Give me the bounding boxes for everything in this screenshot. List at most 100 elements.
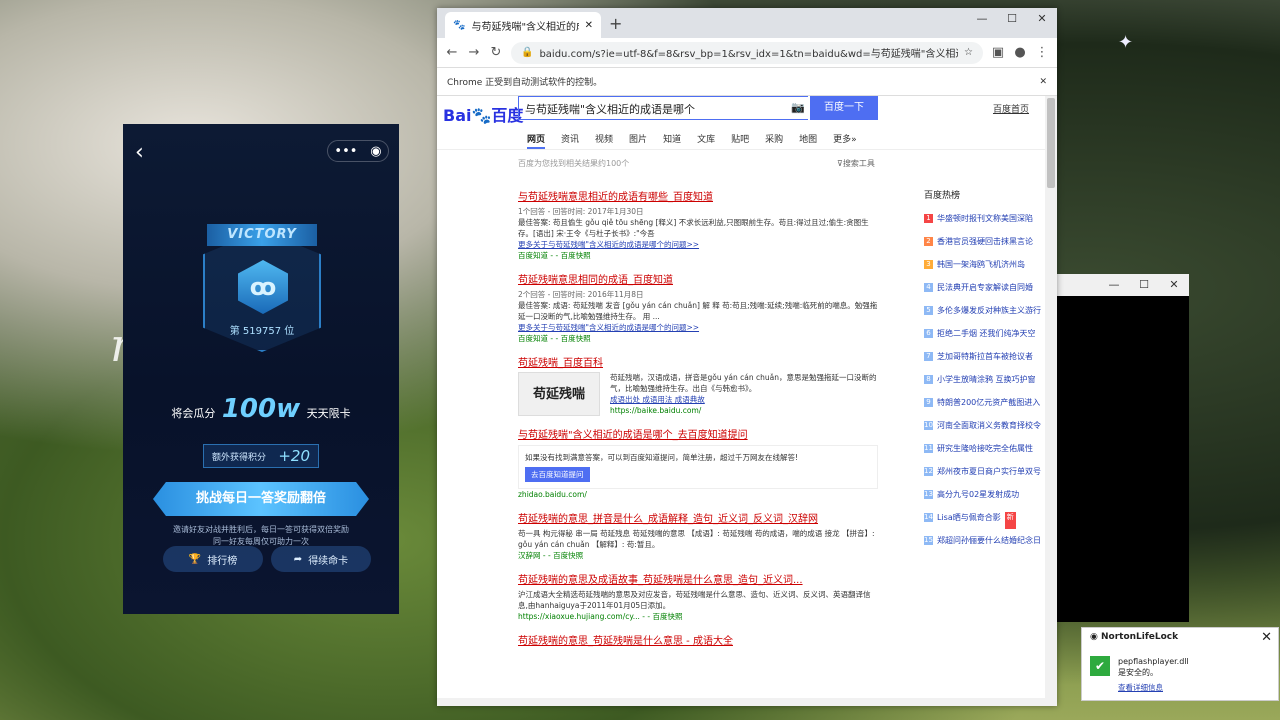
- baike-card: 苟延残喘 苟延残喘，汉语成语，拼音是gǒu yán cán chuǎn，意思是勉…: [518, 372, 878, 416]
- hot-item[interactable]: 3 韩国一架海鸥飞机济州岛: [924, 253, 1045, 276]
- star-icon[interactable]: ☆: [964, 47, 973, 58]
- back-arrow-icon[interactable]: ‹: [135, 140, 144, 165]
- tab-title: 与苟延残喘"含义相近的成语是哪: [471, 21, 578, 33]
- infobar-close-icon[interactable]: ✕: [1039, 77, 1047, 87]
- more-dots-icon[interactable]: •••: [334, 144, 357, 159]
- tab-close-icon[interactable]: ✕: [585, 20, 593, 31]
- search-tools-label: 搜索工具: [842, 159, 875, 168]
- daily-challenge-button[interactable]: 挑战每日一答奖励翻倍: [153, 482, 369, 516]
- baike-url[interactable]: https://baike.baidu.com/: [610, 405, 878, 416]
- menu-kebab-icon[interactable]: ⋮: [1035, 45, 1049, 60]
- result-title[interactable]: 苟延残喘的意思_拼音是什么_成语解释_造句_近义词_反义词_汉辞网: [518, 510, 878, 525]
- share-arrow-icon: ➦: [293, 553, 303, 565]
- result-meta: 百度为您找到相关结果约100个 ⊽搜索工具: [437, 150, 1045, 172]
- hot-item[interactable]: 7 芝加哥特斯拉首车被抢议者: [924, 345, 1045, 368]
- hot-item-label: 郑州夜市夏日商户实行单双号: [937, 467, 1041, 476]
- baidu-logo[interactable]: Bai🐾百度: [443, 102, 523, 126]
- zhidao-ask-result: 与苟延残喘"含义相近的成语是哪个_去百度知道提问 如果没有找到满意答案，可以到百…: [518, 426, 878, 500]
- scroll-thumb[interactable]: [1047, 98, 1055, 188]
- norton-notification: ◉ NortonLifeLock ✕ ✔ pepflashplayer.dll …: [1081, 627, 1279, 701]
- baike-snippet: 苟延残喘，汉语成语，拼音是gǒu yán cán chuǎn，意思是勉强拖延一口…: [610, 373, 877, 393]
- hot-item[interactable]: 6 拒绝二手烟 还我们纯净天空: [924, 322, 1045, 345]
- forward-icon[interactable]: →: [467, 45, 481, 60]
- search-input[interactable]: 与苟延残喘"含义相近的成语是哪个: [518, 96, 808, 120]
- extension-icon[interactable]: ▣: [991, 45, 1005, 60]
- hot-item[interactable]: 13 高分九号02星发射成功: [924, 483, 1045, 506]
- revive-card-button[interactable]: ➦ 得续命卡: [271, 546, 371, 572]
- result-title[interactable]: 苟延残喘_百度百科: [518, 354, 878, 369]
- result-source[interactable]: 百度知道 - - 百度快照: [518, 250, 878, 261]
- close-circle-icon[interactable]: ◉: [370, 144, 381, 159]
- new-tab-icon[interactable]: +: [609, 14, 622, 33]
- search-tab[interactable]: 采购: [765, 128, 783, 149]
- close-icon[interactable]: ✕: [1159, 274, 1189, 296]
- result-title[interactable]: 苟延残喘的意思及成语故事_苟延残喘是什么意思_造句_近义词...: [518, 571, 878, 586]
- infobar-text: Chrome 正受到自动测试软件的控制。: [447, 78, 603, 88]
- hot-item-label: 芝加哥特斯拉首车被抢议者: [937, 352, 1033, 361]
- horizontal-scrollbar[interactable]: [437, 698, 1045, 706]
- hot-item[interactable]: 5 多伦多爆发反对种族主义游行: [924, 299, 1045, 322]
- back-icon[interactable]: ←: [445, 45, 459, 60]
- minimize-icon[interactable]: —: [1099, 274, 1129, 296]
- result-source[interactable]: https://xiaoxue.hujiang.com/cy... - - 百度…: [518, 611, 878, 622]
- hot-rank-number: 4: [924, 283, 933, 292]
- baidu-results-page: Bai🐾百度 与苟延残喘"含义相近的成语是哪个 📷 百度一下 百度首页 网页 资讯…: [437, 96, 1045, 698]
- hot-item-label: 华盛顿时报刊文称美国深陷: [937, 214, 1033, 223]
- hot-item[interactable]: 15 郑超问孙俪要什么结婚纪念日: [924, 529, 1045, 552]
- search-tab[interactable]: 贴吧: [731, 128, 749, 149]
- search-tab[interactable]: 视频: [595, 128, 613, 149]
- leaderboard-button[interactable]: 🏆 排行榜: [163, 546, 263, 572]
- result-title[interactable]: 与苟延残喘意思相近的成语有哪些_百度知道: [518, 188, 878, 203]
- result-source[interactable]: 百度知道 - - 百度快照: [518, 333, 878, 344]
- search-tab[interactable]: 网页: [527, 128, 546, 149]
- reload-icon[interactable]: ↻: [489, 45, 503, 60]
- search-tab[interactable]: 资讯: [561, 128, 579, 149]
- result-more-link[interactable]: 更多关于与苟延残喘"含义相近的成语是哪个的问题>>: [518, 322, 878, 333]
- hot-item[interactable]: 4 民法典开启专家解读自同婚: [924, 276, 1045, 299]
- vertical-scrollbar[interactable]: [1045, 96, 1057, 706]
- result-snippet: 苟一具 构元得秘 串一局 苟延残息 苟延残喘的意思 【成语】: 苟延残喘 苟的成…: [518, 529, 875, 549]
- butterfly-decoration: ✦: [1118, 32, 1134, 53]
- address-bar[interactable]: 🔒 baidu.com/s?ie=utf-8&f=8&rsv_bp=1&rsv_…: [511, 41, 983, 64]
- hot-item[interactable]: 8 小学生放晴涂鸦 互换巧护窗: [924, 368, 1045, 391]
- url-text: baidu.com/s?ie=utf-8&f=8&rsv_bp=1&rsv_id…: [539, 49, 959, 60]
- maximize-icon[interactable]: ☐: [997, 8, 1027, 32]
- hot-item[interactable]: 2 香港官员强硬回击抹黑言论: [924, 230, 1045, 253]
- hot-item[interactable]: 14 Lisa晒与佩奇合影新: [924, 506, 1045, 529]
- browser-tab[interactable]: 🐾 与苟延残喘"含义相近的成语是哪 ✕: [445, 12, 601, 38]
- hot-rank-number: 14: [924, 513, 933, 522]
- hot-rank-number: 9: [924, 398, 933, 407]
- profile-icon[interactable]: ●: [1013, 45, 1027, 60]
- search-tab[interactable]: 更多»: [833, 128, 857, 149]
- hot-item[interactable]: 1 华盛顿时报刊文称美国深陷: [924, 207, 1045, 230]
- norton-details-link[interactable]: 查看详细信息: [1118, 682, 1163, 693]
- close-icon[interactable]: ✕: [1027, 8, 1057, 32]
- prize-prefix: 将会瓜分: [171, 407, 216, 420]
- camera-icon[interactable]: 📷: [791, 101, 805, 114]
- hot-item[interactable]: 11 研究生隆哈接吃完全佑属性: [924, 437, 1045, 460]
- ask-box-text: 如果没有找到满意答案，可以到百度知道提问，简单注册，超过千万网友在线解答!: [525, 453, 799, 462]
- hot-item[interactable]: 12 郑州夜市夏日商户实行单双号: [924, 460, 1045, 483]
- ask-button[interactable]: 去百度知道提问: [525, 467, 590, 482]
- baidu-home-link[interactable]: 百度首页: [993, 102, 1029, 115]
- result-more-link[interactable]: 更多关于与苟延残喘"含义相近的成语是哪个的问题>>: [518, 239, 878, 250]
- search-tab[interactable]: 图片: [629, 128, 647, 149]
- maximize-icon[interactable]: ☐: [1129, 274, 1159, 296]
- result-snippet: 沪江成语大全精选苟延残喘的意思及对应发音，苟延残喘是什么意思、造句、近义词、反义…: [518, 590, 871, 610]
- zhidao-url[interactable]: zhidao.baidu.com/: [518, 489, 878, 500]
- search-tab[interactable]: 地图: [799, 128, 817, 149]
- baike-image[interactable]: 苟延残喘: [518, 372, 600, 416]
- search-tab[interactable]: 文库: [697, 128, 715, 149]
- result-title[interactable]: 苟延残喘的意思_苟延残喘是什么意思 - 成语大全: [518, 632, 878, 647]
- minimize-icon[interactable]: —: [967, 8, 997, 32]
- close-icon[interactable]: ✕: [1261, 630, 1272, 645]
- hot-item[interactable]: 10 河南全面取消义务教育择校令: [924, 414, 1045, 437]
- result-source[interactable]: 汉辞网 - - 百度快照: [518, 550, 878, 561]
- hot-item[interactable]: 9 特朗普200亿元资产截图进入: [924, 391, 1045, 414]
- baike-links[interactable]: 成语出处 成语用法 成语典故: [610, 394, 878, 405]
- result-title[interactable]: 苟延残喘意思相同的成语_百度知道: [518, 271, 878, 286]
- result-title[interactable]: 与苟延残喘"含义相近的成语是哪个_去百度知道提问: [518, 426, 878, 441]
- search-button[interactable]: 百度一下: [810, 96, 878, 120]
- search-tab[interactable]: 知道: [663, 128, 681, 149]
- search-tools[interactable]: ⊽搜索工具: [837, 158, 875, 169]
